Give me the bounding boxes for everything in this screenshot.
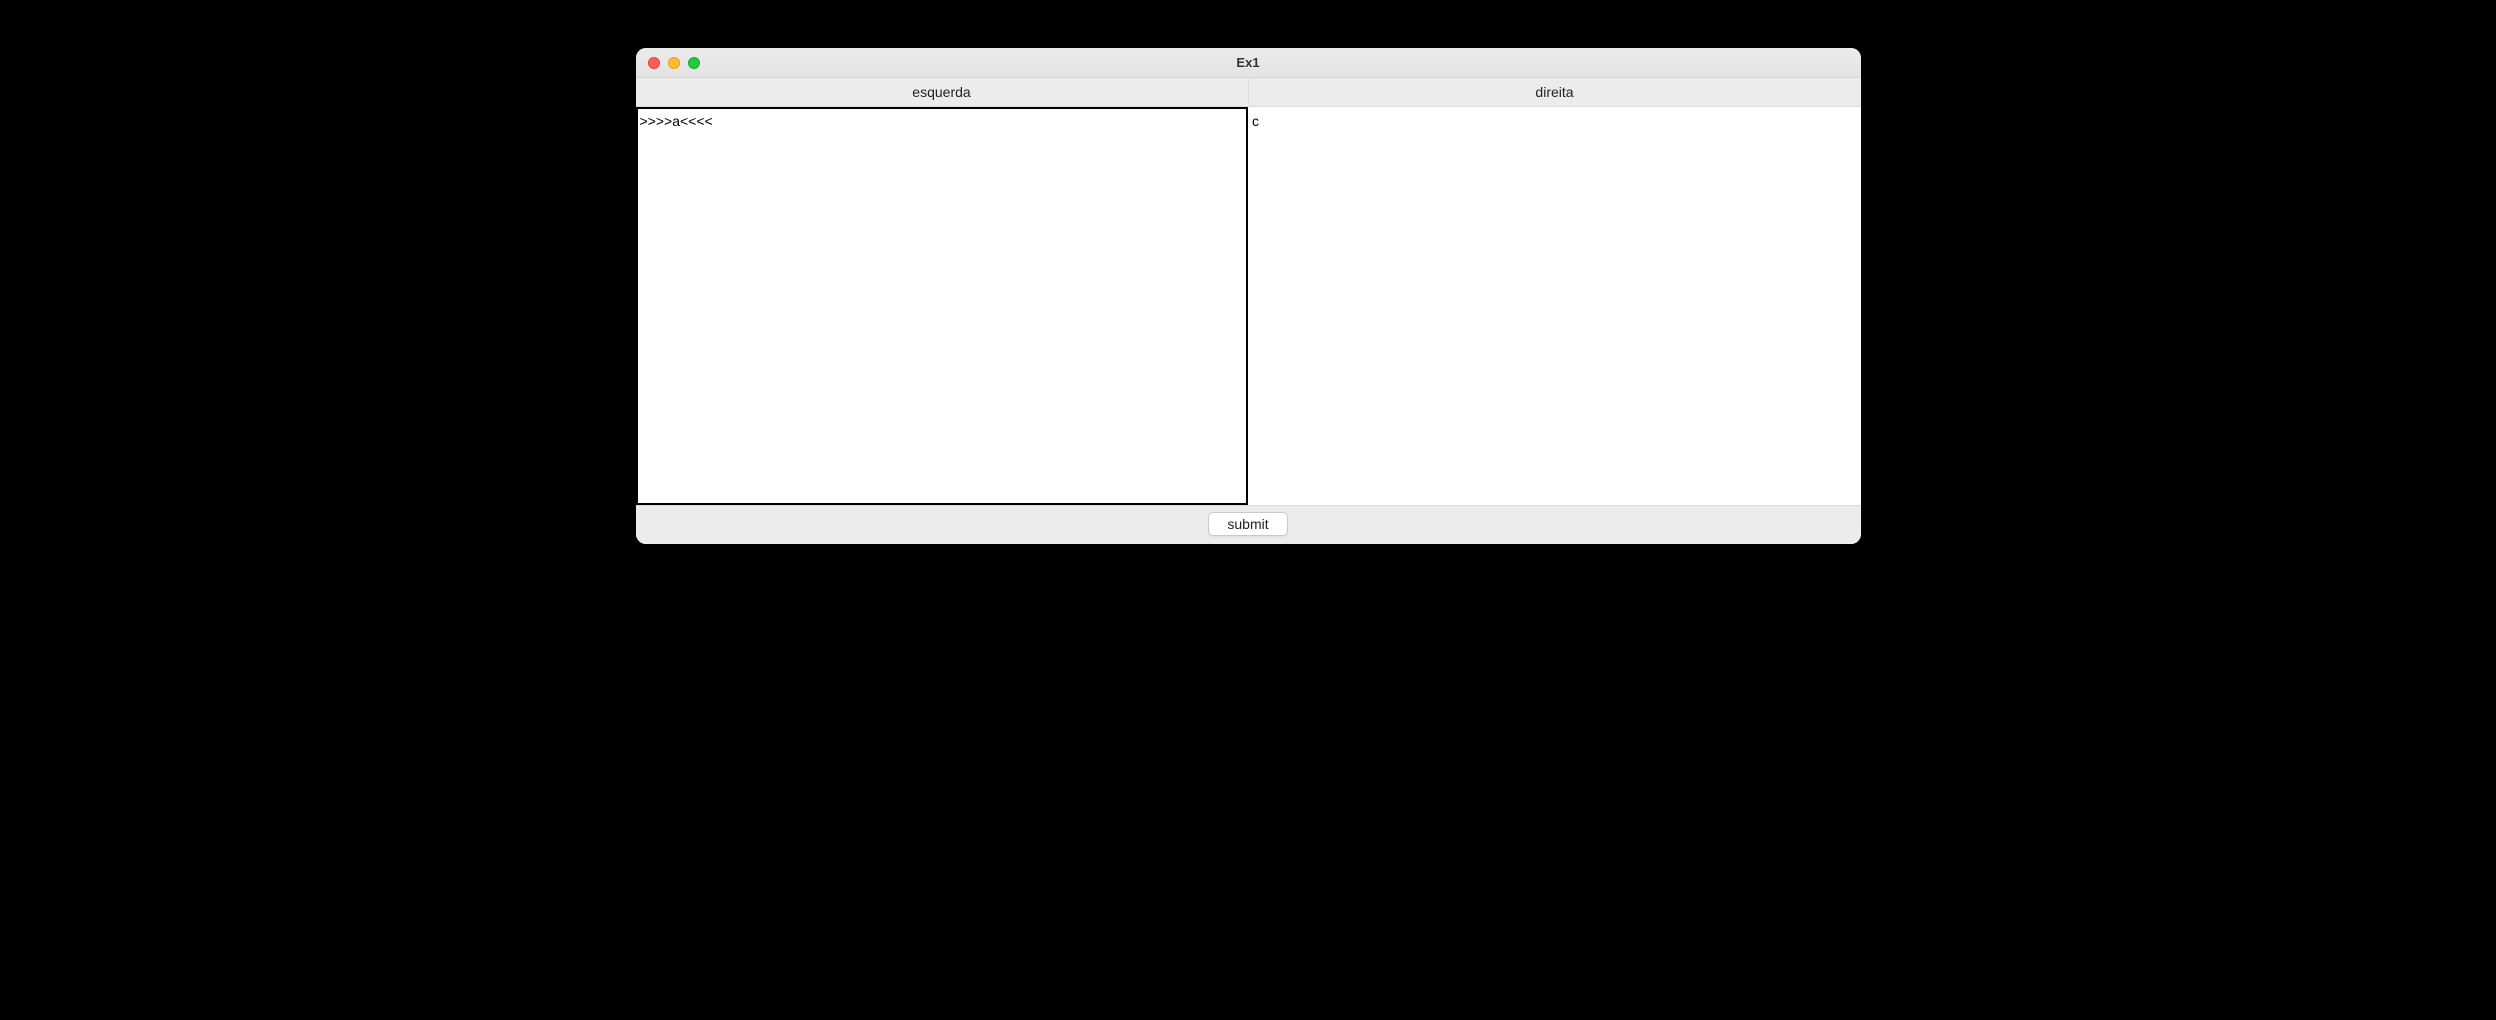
traffic-lights [636,57,700,69]
submit-button[interactable]: submit [1208,512,1287,536]
app-window: Ex1 esquerda direita c submit [636,48,1861,544]
close-icon[interactable] [648,57,660,69]
left-column-header: esquerda [636,78,1249,106]
footer: submit [636,505,1861,544]
left-textarea[interactable] [636,107,1249,505]
window-title: Ex1 [636,55,1861,70]
titlebar: Ex1 [636,48,1861,78]
right-column-header: direita [1249,78,1861,106]
right-text: c [1248,107,1861,135]
right-pane: c [1248,107,1861,505]
maximize-icon[interactable] [688,57,700,69]
minimize-icon[interactable] [668,57,680,69]
left-pane [636,107,1249,505]
content-row: c [636,107,1861,505]
columns-header: esquerda direita [636,78,1861,107]
